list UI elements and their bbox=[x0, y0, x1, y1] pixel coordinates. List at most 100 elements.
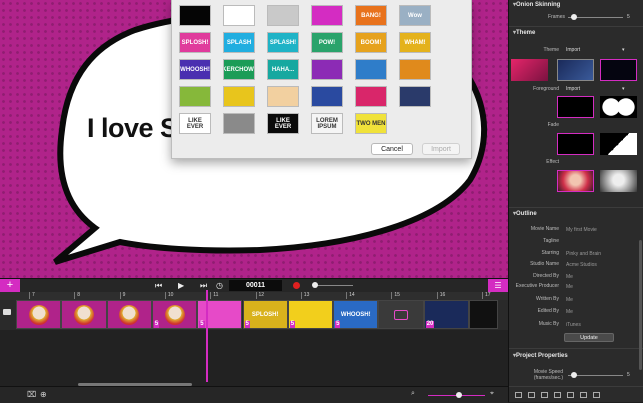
theme-swatch-blue[interactable] bbox=[557, 59, 594, 81]
outline-field-input[interactable]: Acme Studios bbox=[566, 262, 597, 268]
theme-tile[interactable]: LIKE EVER bbox=[267, 113, 299, 134]
theme-tile[interactable] bbox=[223, 86, 255, 107]
effect-swatch-bw[interactable] bbox=[600, 170, 637, 192]
zoom-out-icon[interactable]: ⌕ bbox=[411, 390, 415, 398]
timeline-clip-photo[interactable]: 5 bbox=[151, 300, 198, 329]
theme-tile[interactable]: SPLASH! bbox=[267, 32, 299, 53]
theme-tile[interactable]: LOREM IPSUM bbox=[311, 113, 343, 134]
theme-tile[interactable]: WHAM! bbox=[399, 32, 431, 53]
outline-field-input[interactable]: Me bbox=[566, 274, 573, 280]
image-icon[interactable] bbox=[554, 392, 561, 398]
fade-swatch-black[interactable] bbox=[557, 133, 594, 155]
movie-speed-slider-knob[interactable] bbox=[570, 372, 577, 378]
timeline-clip-photo[interactable] bbox=[106, 300, 152, 329]
theme-dropdown-icon[interactable]: ▾ bbox=[622, 47, 625, 53]
timeline-clip-title[interactable]: 5 bbox=[197, 300, 243, 329]
volume-slider[interactable] bbox=[313, 285, 353, 286]
outline-field-input[interactable]: My first Movie bbox=[566, 227, 597, 233]
theme-select[interactable]: Import bbox=[566, 47, 580, 53]
trash-icon[interactable]: ⌧ bbox=[27, 390, 36, 399]
theme-tile[interactable]: BANG! bbox=[355, 5, 387, 26]
volume-slider-knob[interactable] bbox=[312, 282, 318, 288]
zoom-in-icon[interactable]: ⌖ bbox=[490, 390, 494, 398]
foreground-select[interactable]: Import bbox=[566, 86, 580, 92]
capture-icon[interactable] bbox=[528, 392, 535, 398]
timeline-clip-camera[interactable] bbox=[378, 300, 424, 329]
zoom-slider-knob[interactable] bbox=[456, 392, 462, 398]
timeline-clip-photo[interactable] bbox=[61, 300, 107, 329]
clip-duration-badge: 5 bbox=[199, 321, 205, 328]
theme-tile[interactable]: SPLASH bbox=[223, 32, 255, 53]
record-icon[interactable] bbox=[293, 282, 300, 289]
film-icon[interactable] bbox=[580, 392, 587, 398]
timeline-clip-title[interactable]: SPLOSH! 5 bbox=[242, 300, 288, 329]
theme-tile[interactable] bbox=[399, 86, 431, 107]
theme-tile[interactable] bbox=[399, 59, 431, 80]
theme-tile[interactable]: WHOOSH! bbox=[179, 59, 211, 80]
theme-swatch-dark[interactable] bbox=[600, 59, 637, 81]
theme-tile[interactable] bbox=[179, 5, 211, 26]
playhead[interactable] bbox=[206, 290, 208, 382]
theme-tile[interactable] bbox=[355, 59, 387, 80]
theme-tile[interactable]: Wow bbox=[399, 5, 431, 26]
theme-tile[interactable] bbox=[311, 5, 343, 26]
timeline-clip-title[interactable]: 20 bbox=[423, 300, 469, 329]
section-theme[interactable]: Theme bbox=[509, 28, 643, 38]
theme-tile[interactable] bbox=[223, 5, 255, 26]
cancel-button[interactable]: Cancel bbox=[371, 143, 413, 155]
play-icon[interactable]: ▶ bbox=[178, 280, 184, 292]
theme-tile[interactable] bbox=[267, 86, 299, 107]
theme-tile[interactable] bbox=[179, 86, 211, 107]
add-circle-icon[interactable]: ⊕ bbox=[40, 390, 47, 399]
outline-field-input[interactable]: Pinky and Brain bbox=[566, 251, 601, 257]
update-button[interactable]: Update bbox=[564, 333, 614, 342]
theme-tile[interactable] bbox=[267, 5, 299, 26]
outline-field-input[interactable]: iTunes bbox=[566, 322, 581, 328]
outline-field-label: Tagline bbox=[543, 238, 559, 244]
theme-tile[interactable] bbox=[311, 86, 343, 107]
theme-swatch-pink[interactable] bbox=[511, 59, 548, 81]
theme-tile[interactable]: LIKE EVER bbox=[179, 113, 211, 134]
gear-icon[interactable] bbox=[515, 392, 522, 398]
skip-back-icon[interactable]: ⏮ bbox=[155, 280, 162, 292]
camera-icon[interactable] bbox=[541, 392, 548, 398]
timeline-settings-icon[interactable]: ☰ bbox=[488, 279, 508, 292]
clip-duration-badge: 5 bbox=[335, 321, 341, 328]
outline-field-label: Starring bbox=[541, 250, 559, 256]
section-outline[interactable]: Outline bbox=[509, 209, 643, 219]
clock-icon[interactable]: ◷ bbox=[216, 280, 223, 292]
inspector-scrollbar[interactable] bbox=[639, 240, 642, 370]
outline-field-input[interactable]: Me bbox=[566, 284, 573, 290]
theme-tile[interactable]: HAHA... bbox=[267, 59, 299, 80]
theme-tile[interactable]: TWO MEN bbox=[355, 113, 387, 134]
theme-tile[interactable]: POW! bbox=[311, 32, 343, 53]
theme-tile[interactable] bbox=[355, 86, 387, 107]
ruler-tick-label: 7 bbox=[29, 292, 35, 299]
theme-tile[interactable]: SPLOSH! bbox=[179, 32, 211, 53]
movie-speed-label: Movie Speed (frames/sec.) bbox=[533, 369, 563, 381]
outline-field-input[interactable]: Me bbox=[566, 309, 573, 315]
effect-swatch-color[interactable] bbox=[557, 170, 594, 192]
foreground-dropdown-icon[interactable]: ▾ bbox=[622, 86, 625, 92]
theme-tile[interactable]: BOOM! bbox=[355, 32, 387, 53]
timeline-clip-title[interactable]: 5 bbox=[287, 300, 334, 329]
audio-icon[interactable] bbox=[567, 392, 574, 398]
timeline-clip-title[interactable]: WHOOSH! 5 bbox=[333, 300, 379, 329]
theme-tile[interactable]: KERCHOW! bbox=[223, 59, 255, 80]
ruler-tick-label: 17 bbox=[482, 292, 491, 299]
section-project-properties[interactable]: Project Properties bbox=[509, 351, 643, 361]
timeline-clip-photo[interactable] bbox=[16, 300, 62, 329]
frames-slider-knob[interactable] bbox=[570, 14, 577, 20]
theme-tile[interactable] bbox=[311, 59, 343, 80]
export-icon[interactable] bbox=[593, 392, 600, 398]
outline-field-label: Directed By bbox=[533, 273, 559, 279]
theme-tile[interactable] bbox=[223, 113, 255, 134]
add-button[interactable]: + bbox=[0, 279, 20, 292]
foreground-swatch-circles[interactable] bbox=[600, 96, 637, 118]
outline-field-input[interactable]: Me bbox=[566, 297, 573, 303]
import-button[interactable]: Import bbox=[422, 143, 460, 155]
section-onion-skinning[interactable]: Onion Skinning bbox=[509, 0, 643, 10]
timeline-clip-empty[interactable] bbox=[469, 300, 498, 329]
fade-swatch-diagonal[interactable] bbox=[600, 133, 637, 155]
foreground-swatch-black[interactable] bbox=[557, 96, 594, 118]
